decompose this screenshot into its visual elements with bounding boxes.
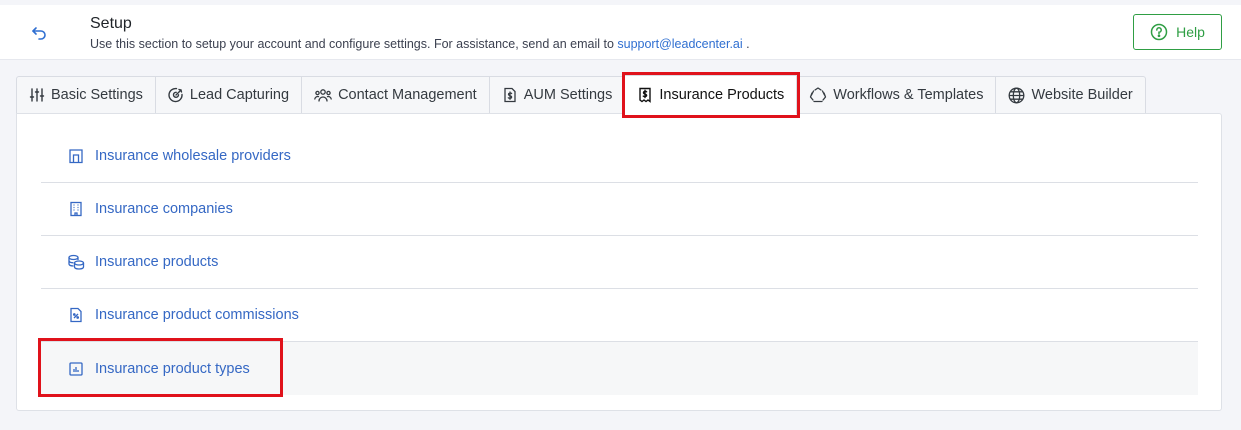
tab-lead-capturing[interactable]: Lead Capturing	[155, 76, 303, 114]
tab-label: AUM Settings	[523, 87, 613, 103]
list-item-companies[interactable]: Insurance companies	[41, 183, 1198, 236]
insurance-settings-list: Insurance wholesale providers Insurance …	[41, 130, 1198, 395]
tab-contact-management[interactable]: Contact Management	[302, 76, 490, 114]
list-item-label: Insurance products	[95, 254, 219, 270]
page-header: Setup Use this section to setup your acc…	[0, 5, 1241, 60]
tab-workflows-templates[interactable]: Workflows & Templates	[797, 76, 997, 114]
help-button[interactable]: Help	[1133, 14, 1222, 50]
tab-label: Insurance Products	[659, 87, 785, 103]
tab-insurance-products[interactable]: Insurance Products	[622, 72, 801, 118]
dollar-receipt-icon	[639, 87, 652, 103]
tab-website-builder[interactable]: Website Builder	[996, 76, 1146, 114]
file-percent-icon	[67, 306, 85, 324]
tab-label: Basic Settings	[51, 87, 143, 103]
tab-label: Workflows & Templates	[833, 87, 984, 103]
tab-label: Contact Management	[338, 87, 477, 103]
people-icon	[314, 89, 332, 102]
settings-tabs: Basic Settings Lead Capturing Contact Ma…	[16, 72, 1146, 118]
list-item-label: Insurance companies	[95, 201, 233, 217]
tab-label: Lead Capturing	[189, 87, 290, 103]
building-icon	[67, 200, 85, 218]
tab-label: Website Builder	[1031, 87, 1133, 103]
list-item-label: Insurance wholesale providers	[95, 148, 291, 164]
question-circle-icon	[1150, 23, 1168, 41]
list-item-wholesale-providers[interactable]: Insurance wholesale providers	[41, 130, 1198, 183]
back-arrow-icon	[32, 27, 46, 40]
page-subtitle: Use this section to setup your account a…	[90, 37, 750, 51]
list-item-label: Insurance product types	[95, 360, 250, 377]
bank-icon	[67, 147, 85, 165]
back-button[interactable]	[28, 22, 50, 44]
report-icon	[67, 360, 85, 378]
target-icon	[168, 87, 183, 103]
cycle-icon	[810, 87, 827, 103]
list-item-label: Insurance product commissions	[95, 307, 299, 323]
coins-icon	[67, 253, 85, 271]
help-label: Help	[1176, 24, 1205, 40]
subtitle-suffix: .	[742, 37, 750, 51]
list-item-product-types[interactable]: Insurance product types	[41, 342, 1198, 395]
subtitle-text: Use this section to setup your account a…	[90, 37, 618, 51]
tab-aum-settings[interactable]: AUM Settings	[489, 76, 626, 114]
tab-basic-settings[interactable]: Basic Settings	[16, 76, 156, 114]
page-title: Setup	[90, 15, 132, 32]
globe-icon	[1009, 87, 1025, 103]
list-item-products[interactable]: Insurance products	[41, 236, 1198, 289]
list-item-product-commissions[interactable]: Insurance product commissions	[41, 289, 1198, 342]
sliders-icon	[29, 88, 45, 102]
support-email-link[interactable]: support@leadcenter.ai	[617, 37, 742, 51]
dollar-file-icon	[504, 87, 516, 103]
insurance-products-panel: Insurance wholesale providers Insurance …	[16, 113, 1222, 411]
